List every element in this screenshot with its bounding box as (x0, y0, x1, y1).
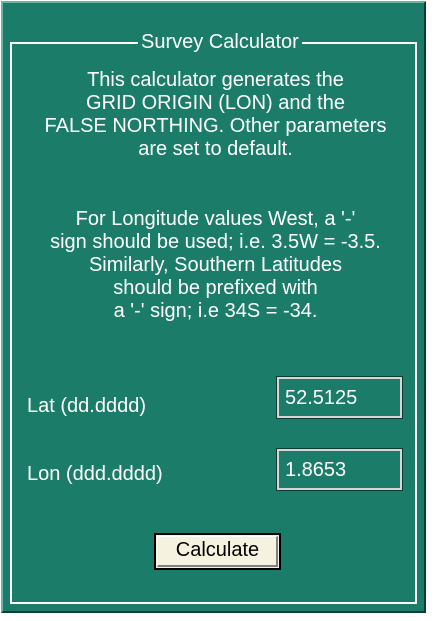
lat-input[interactable] (276, 376, 403, 419)
intro-line: are set to default. (138, 138, 293, 160)
instructions-line: should be prefixed with (113, 277, 318, 299)
calculate-button-label: Calculate (175, 539, 260, 561)
instructions-line: a '-' sign; i.e 34S = -34. (113, 300, 318, 322)
instructions-text: For Longitude values West, a '-' sign sh… (3, 208, 428, 323)
instructions-line: sign should be used; i.e. 3.5W = -3.5. (50, 231, 381, 253)
lon-label: Lon (ddd.dddd) (27, 463, 163, 485)
intro-line: FALSE NORTHING. Other parameters (44, 115, 387, 137)
intro-text: This calculator generates the GRID ORIGI… (3, 69, 428, 161)
intro-line: This calculator generates the (87, 69, 344, 91)
calculate-button[interactable]: Calculate (154, 533, 281, 570)
lat-label: Lat (dd.dddd) (27, 395, 146, 417)
survey-calculator-window: Survey Calculator This calculator genera… (1, 1, 426, 613)
instructions-line: Similarly, Southern Latitudes (88, 254, 343, 276)
instructions-line: For Longitude values West, a '-' (75, 208, 356, 230)
groupbox-title: Survey Calculator (138, 30, 302, 54)
intro-line: GRID ORIGIN (LON) and the (86, 92, 345, 114)
lon-input[interactable] (276, 448, 403, 491)
